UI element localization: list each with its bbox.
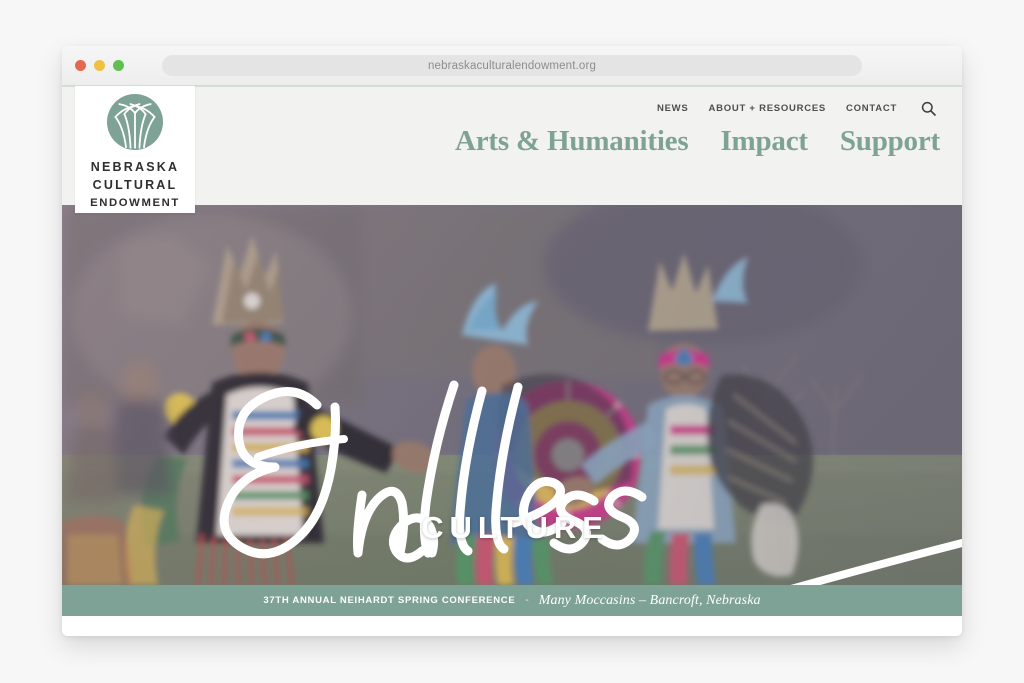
nav-item-news[interactable]: NEWS [657,103,689,114]
caption-separator: - [525,595,529,606]
logo-line-1: NEBRASKA [90,160,180,174]
search-icon[interactable] [921,101,936,116]
nav-item-contact[interactable]: CONTACT [846,103,897,114]
main-navigation: Arts & Humanities Impact Support [455,125,940,158]
caption-title: 37TH ANNUAL NEIHARDT SPRING CONFERENCE [263,595,516,606]
woven-prairie-grass-circle-icon [107,94,163,150]
nav-item-impact[interactable]: Impact [720,125,808,158]
site-logo[interactable]: NEBRASKA CULTURAL ENDOWMENT [75,86,195,213]
maximize-window-button[interactable] [113,60,124,71]
top-navigation: NEWS ABOUT + RESOURCES CONTACT [657,101,936,116]
minimize-window-button[interactable] [94,60,105,71]
browser-window: nebraskaculturalendowment.org NEWS ABOUT… [62,46,962,636]
logo-line-2: CULTURAL [92,177,178,192]
address-bar[interactable]: nebraskaculturalendowment.org [162,55,862,76]
url-text: nebraskaculturalendowment.org [427,59,596,72]
nav-item-arts-humanities[interactable]: Arts & Humanities [455,125,689,158]
close-window-button[interactable] [75,60,86,71]
hero-banner: CULTURE [62,205,962,585]
page-viewport: NEWS ABOUT + RESOURCES CONTACT Arts & Hu… [62,86,962,636]
nav-item-support[interactable]: Support [840,125,940,158]
logo-line-3: ENDOWMENT [90,196,180,209]
browser-titlebar: nebraskaculturalendowment.org [62,46,962,86]
window-controls [75,60,124,71]
page-content-strip [62,616,962,636]
site-header: NEWS ABOUT + RESOURCES CONTACT Arts & Hu… [62,86,962,213]
logo-wordmark: NEBRASKA CULTURAL ENDOWMENT [90,159,180,211]
hero-subtitle: CULTURE [421,510,609,545]
nav-item-about-resources[interactable]: ABOUT + RESOURCES [708,103,826,114]
caption-subtitle: Many Moccasins – Bancroft, Nebraska [538,592,761,608]
hero-caption-bar: 37TH ANNUAL NEIHARDT SPRING CONFERENCE -… [62,585,962,616]
